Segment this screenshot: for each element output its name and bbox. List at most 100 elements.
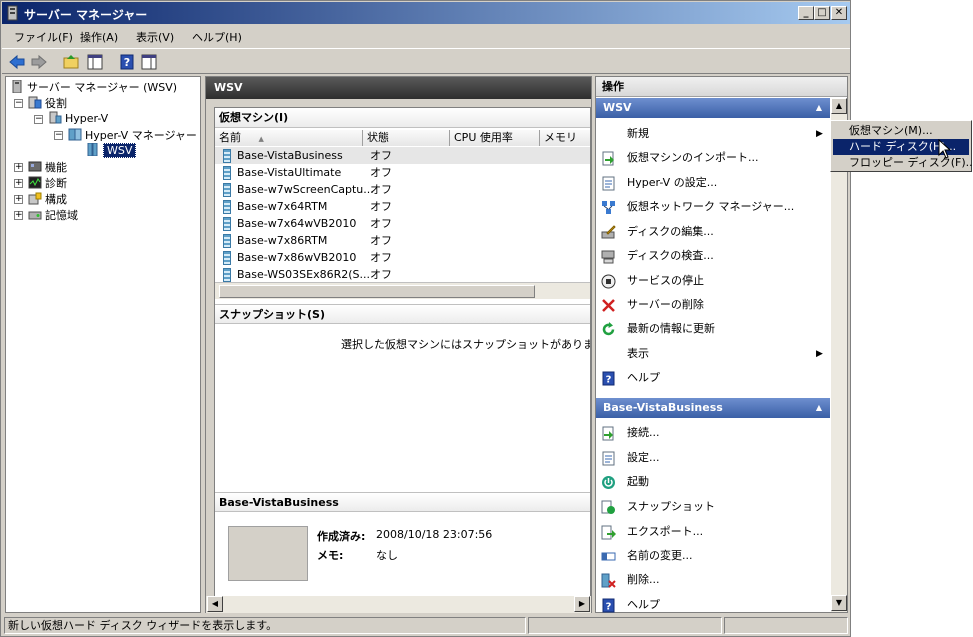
table-row[interactable]: Base-w7wScreenCaptu... オフ: [215, 181, 590, 198]
action-snapshot[interactable]: スナップショット: [596, 495, 830, 519]
tree-item-hyperv-manager[interactable]: Hyper-V マネージャー: [68, 127, 197, 143]
status-bar: 新しい仮想ハード ディスク ウィザードを表示します。: [2, 615, 850, 636]
diagnostics-icon: [28, 176, 42, 189]
collapse-icon[interactable]: −: [34, 115, 43, 124]
title-bar[interactable]: サーバー マネージャー _ □ ✕: [2, 2, 850, 24]
col-memory[interactable]: メモリ: [540, 130, 590, 146]
action-view[interactable]: 表示 ▶: [596, 342, 830, 366]
vm-icon: [223, 183, 231, 197]
expand-icon[interactable]: +: [14, 163, 23, 172]
tree-item-diagnostics[interactable]: 診断: [28, 175, 67, 191]
expand-icon[interactable]: +: [14, 195, 23, 204]
tree-item-features[interactable]: 機能: [28, 159, 67, 175]
network-icon: [602, 201, 615, 214]
menu-file[interactable]: ファイル(F): [14, 29, 73, 45]
vm-icon: [223, 268, 231, 282]
submenu-item-virtual-machine[interactable]: 仮想マシン(M)...: [833, 123, 969, 139]
collapse-arrow-icon[interactable]: ▲: [816, 398, 822, 418]
action-hyperv-settings[interactable]: Hyper-V の設定...: [596, 171, 830, 195]
action-inspect-disk[interactable]: ディスクの検査...: [596, 244, 830, 268]
table-row[interactable]: Base-WS03SEx86R2(S... オフ: [215, 266, 590, 283]
table-row[interactable]: Base-VistaUltimate オフ: [215, 164, 590, 181]
center-content: 仮想マシン(I) 名前 ▲ 状態 CPU 使用率 メモリ Base-VistaB…: [214, 107, 591, 597]
action-rename[interactable]: 名前の変更...: [596, 544, 830, 568]
tree-label: Hyper-V: [65, 112, 109, 125]
collapse-icon[interactable]: −: [14, 99, 23, 108]
server-manager-icon: [12, 80, 22, 93]
tree-item-wsv[interactable]: WSV: [86, 143, 137, 158]
vm-icon: [223, 217, 231, 231]
action-export[interactable]: エクスポート...: [596, 520, 830, 544]
action-vm-help[interactable]: ? ヘルプ: [596, 593, 830, 617]
table-row[interactable]: Base-w7x86RTM オフ: [215, 232, 590, 249]
scroll-right-icon[interactable]: ▶: [574, 596, 590, 612]
scroll-left-icon[interactable]: ◀: [207, 596, 223, 612]
table-row[interactable]: Base-w7x64wVB2010 オフ: [215, 215, 590, 232]
scrollbar-thumb[interactable]: [219, 285, 535, 298]
action-refresh[interactable]: 最新の情報に更新: [596, 317, 830, 341]
action-import-vm[interactable]: 仮想マシンのインポート...: [596, 146, 830, 170]
menu-action[interactable]: 操作(A): [80, 29, 118, 45]
scroll-up-icon[interactable]: ▲: [831, 98, 847, 114]
action-virtual-network-manager[interactable]: 仮想ネットワーク マネージャー...: [596, 195, 830, 219]
action-group-vm[interactable]: Base-VistaBusiness ▲: [596, 398, 830, 418]
close-button[interactable]: ✕: [831, 6, 847, 20]
action-remove-server[interactable]: サーバーの削除: [596, 293, 830, 317]
created-value: 2008/10/18 23:07:56: [376, 528, 493, 541]
tree-label: WSV: [103, 143, 137, 158]
tree-item-storage[interactable]: 記憶域: [28, 207, 78, 223]
scroll-down-icon[interactable]: ▼: [831, 595, 847, 611]
tree-root[interactable]: サーバー マネージャー (WSV): [10, 79, 177, 95]
col-cpu[interactable]: CPU 使用率: [450, 130, 540, 146]
action-delete[interactable]: 削除...: [596, 568, 830, 592]
actions-vscrollbar[interactable]: ▲ ▼: [831, 98, 847, 612]
table-row[interactable]: Base-w7x64RTM オフ: [215, 198, 590, 215]
status-segment: [724, 617, 848, 634]
menu-help[interactable]: ヘルプ(H): [192, 29, 242, 45]
tree-item-roles[interactable]: 役割: [28, 95, 67, 111]
server-icon: [87, 143, 98, 156]
memo-label: メモ:: [317, 549, 344, 562]
tree-pane: サーバー マネージャー (WSV) − 役割 − Hyper-V − Hyper…: [5, 76, 201, 613]
collapse-arrow-icon[interactable]: ▲: [816, 98, 822, 118]
action-start[interactable]: 起動: [596, 470, 830, 494]
center-title-bar: WSV: [206, 77, 591, 99]
tree-item-config[interactable]: 構成: [28, 191, 67, 207]
table-row[interactable]: Base-VistaBusiness オフ: [215, 147, 590, 164]
maximize-button[interactable]: □: [814, 6, 830, 20]
up-folder-icon[interactable]: [62, 53, 80, 71]
show-hide-action-pane-icon[interactable]: [140, 53, 158, 71]
help-icon: ?: [602, 371, 615, 386]
svg-text:?: ?: [606, 602, 612, 613]
help-icon[interactable]: ?: [118, 53, 136, 71]
show-hide-tree-icon[interactable]: [86, 53, 104, 71]
action-vm-settings[interactable]: 設定...: [596, 446, 830, 470]
vm-list-hscrollbar[interactable]: [215, 282, 590, 299]
col-name[interactable]: 名前 ▲: [215, 130, 363, 146]
col-state[interactable]: 状態: [363, 130, 450, 146]
action-group-wsv[interactable]: WSV ▲: [596, 98, 830, 118]
table-row[interactable]: Base-w7x86wVB2010 オフ: [215, 249, 590, 266]
vm-section-title: 仮想マシン(I): [215, 108, 590, 128]
tree-label: 構成: [45, 193, 67, 206]
svg-text:?: ?: [124, 56, 130, 69]
center-hscrollbar[interactable]: ◀ ▶: [206, 596, 591, 613]
action-new[interactable]: 新規 ▶: [596, 122, 830, 146]
tree-item-hyperv[interactable]: Hyper-V: [48, 111, 108, 125]
collapse-icon[interactable]: −: [54, 131, 63, 140]
back-arrow-icon[interactable]: [8, 53, 26, 71]
action-stop-service[interactable]: サービスの停止: [596, 269, 830, 293]
action-help[interactable]: ? ヘルプ: [596, 366, 830, 390]
window-title: サーバー マネージャー: [24, 8, 148, 22]
action-edit-disk[interactable]: ディスクの編集...: [596, 220, 830, 244]
toolbar: ?: [2, 48, 850, 74]
expand-icon[interactable]: +: [14, 179, 23, 188]
config-icon: [28, 192, 42, 205]
menu-view[interactable]: 表示(V): [136, 29, 174, 45]
minimize-button[interactable]: _: [798, 6, 814, 20]
expand-icon[interactable]: +: [14, 211, 23, 220]
action-connect[interactable]: 接続...: [596, 421, 830, 445]
snapshot-icon: [601, 500, 615, 514]
tree-label: サーバー マネージャー (WSV): [27, 81, 178, 94]
forward-arrow-icon[interactable]: [30, 53, 48, 71]
